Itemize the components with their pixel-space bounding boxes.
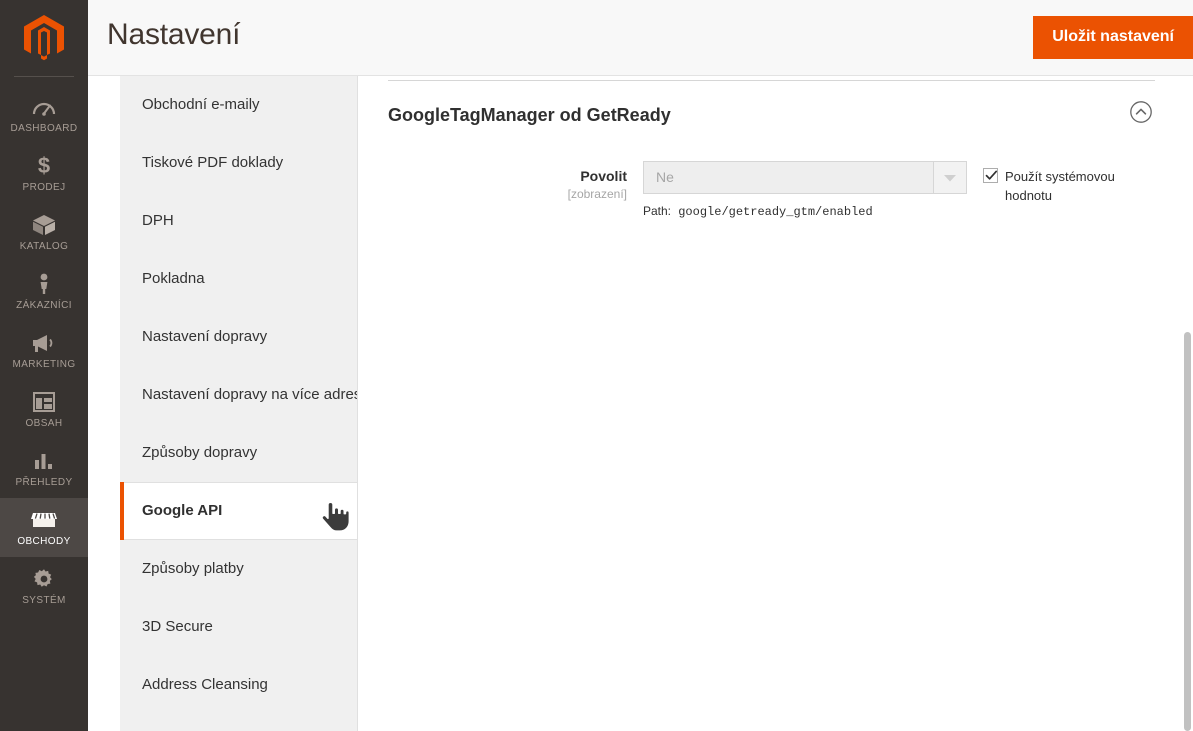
settings-nav-item-tiskove-pdf-doklady[interactable]: Tiskové PDF doklady xyxy=(120,134,357,192)
field-row-povolit: Povolit [zobrazení] Ne Path: google/getr… xyxy=(388,143,1155,220)
admin-sidebar: DASHBOARD $ PRODEJ KATALOG ZÁKAZNÍCI MAR… xyxy=(0,0,88,731)
settings-nav-item-address-cleansing[interactable]: Address Cleansing xyxy=(120,656,357,714)
settings-nav-item-label: Google API xyxy=(142,502,223,519)
chevron-up-circle-icon[interactable] xyxy=(1129,100,1153,124)
settings-nav-item-pokladna[interactable]: Pokladna xyxy=(120,250,357,308)
config-path-prefix: Path: xyxy=(643,204,672,218)
save-config-button[interactable]: Uložit nastavení xyxy=(1033,16,1193,59)
sidebar-item-system[interactable]: SYSTÉM xyxy=(0,557,88,616)
settings-nav-item-label: 3D Secure xyxy=(142,618,213,635)
magento-logo-link[interactable] xyxy=(0,0,88,76)
field-scope-text: [zobrazení] xyxy=(567,187,627,201)
section-header-googletagmanager[interactable]: GoogleTagManager od GetReady xyxy=(388,81,1155,143)
settings-nav-item-label: Obchodní e-maily xyxy=(142,96,260,113)
system-gear-icon xyxy=(2,567,86,591)
settings-nav-item-dph[interactable]: DPH xyxy=(120,192,357,250)
sidebar-item-label: KATALOG xyxy=(19,241,69,252)
settings-nav-item-label: DPH xyxy=(142,212,174,229)
sidebar-item-obsah[interactable]: OBSAH xyxy=(0,380,88,439)
sidebar-item-zakaznici[interactable]: ZÁKAZNÍCI xyxy=(0,262,88,321)
settings-nav-item-label: Způsoby platby xyxy=(142,560,244,577)
field-label-text: Povolit xyxy=(580,168,627,184)
use-system-value-checkbox[interactable]: Použít systémovou hodnotu xyxy=(983,167,1147,205)
config-content: GoogleTagManager od GetReady Povolit [zo… xyxy=(358,76,1193,731)
settings-nav-item-nastaveni-dopravy-vice-adres[interactable]: Nastavení dopravy na více adres xyxy=(120,366,357,424)
settings-nav-item-zpusoby-platby[interactable]: Způsoby platby xyxy=(120,540,357,598)
field-control-povolit: Ne Path: google/getready_gtm/enabled xyxy=(643,161,967,220)
sidebar-item-label: PRODEJ xyxy=(22,182,66,193)
sidebar-item-prehledy[interactable]: PŘEHLEDY xyxy=(0,439,88,498)
use-system-value-label: Použít systémovou hodnotu xyxy=(1005,169,1115,203)
sidebar-item-label: ZÁKAZNÍCI xyxy=(16,300,72,311)
settings-nav-item-label: Nastavení dopravy xyxy=(142,328,268,345)
settings-nav-list: Obchodní e-maily Tiskové PDF doklady DPH… xyxy=(120,76,357,714)
settings-nav-item-label: Způsoby dopravy xyxy=(142,444,258,461)
check-icon xyxy=(985,170,998,180)
content-scrollbar-thumb[interactable] xyxy=(1184,332,1191,731)
settings-nav-item-3d-secure[interactable]: 3D Secure xyxy=(120,598,357,656)
dashboard-icon xyxy=(2,95,86,119)
config-path-value: google/getready_gtm/enabled xyxy=(678,205,873,219)
admin-page: DASHBOARD $ PRODEJ KATALOG ZÁKAZNÍCI MAR… xyxy=(0,0,1193,731)
sidebar-item-label: OBCHODY xyxy=(17,536,71,547)
customers-person-icon xyxy=(2,272,86,296)
field-label-povolit: Povolit [zobrazení] xyxy=(388,161,643,202)
sidebar-item-marketing[interactable]: MARKETING xyxy=(0,321,88,380)
settings-nav: Obchodní e-maily Tiskové PDF doklady DPH… xyxy=(120,76,358,731)
marketing-megaphone-icon xyxy=(2,331,86,355)
sidebar-divider xyxy=(14,76,74,77)
catalog-box-icon xyxy=(2,213,86,237)
sidebar-item-label: OBSAH xyxy=(25,418,63,429)
settings-nav-item-label: Nastavení dopravy na více adres xyxy=(142,386,358,403)
sidebar-item-obchody[interactable]: OBCHODY xyxy=(0,498,88,557)
stores-shop-icon xyxy=(2,508,86,532)
settings-nav-item-label: Address Cleansing xyxy=(142,676,268,693)
page-header: Nastavení Uložit nastavení xyxy=(88,0,1193,76)
sidebar-item-label: PŘEHLEDY xyxy=(15,477,73,488)
sidebar-item-label: MARKETING xyxy=(12,359,76,370)
enabled-select[interactable]: Ne xyxy=(643,161,967,194)
reports-bars-icon xyxy=(2,449,86,473)
chevron-down-icon[interactable] xyxy=(933,162,966,193)
sidebar-item-prodej[interactable]: $ PRODEJ xyxy=(0,144,88,203)
settings-nav-item-nastaveni-dopravy[interactable]: Nastavení dopravy xyxy=(120,308,357,366)
config-path-note: Path: google/getready_gtm/enabled xyxy=(643,203,967,220)
sidebar-item-dashboard[interactable]: DASHBOARD xyxy=(0,85,88,144)
settings-nav-item-zpusoby-dopravy[interactable]: Způsoby dopravy xyxy=(120,424,357,482)
content-scrollbar[interactable] xyxy=(1178,76,1193,731)
magento-logo xyxy=(22,14,66,62)
page-title: Nastavení xyxy=(107,18,241,51)
sidebar-item-label: DASHBOARD xyxy=(10,123,78,134)
sidebar-item-katalog[interactable]: KATALOG xyxy=(0,203,88,262)
svg-text:$: $ xyxy=(38,154,50,178)
checkbox-box xyxy=(983,168,998,183)
sales-dollar-icon: $ xyxy=(2,154,86,178)
settings-nav-item-google-api[interactable]: Google API xyxy=(120,482,357,540)
settings-nav-item-label: Tiskové PDF doklady xyxy=(142,154,284,171)
settings-nav-item-label: Pokladna xyxy=(142,270,205,287)
sidebar-item-label: SYSTÉM xyxy=(22,595,66,606)
sidebar-nav-list: DASHBOARD $ PRODEJ KATALOG ZÁKAZNÍCI MAR… xyxy=(0,85,88,616)
content-layout-icon xyxy=(2,390,86,414)
settings-nav-item-obchodni-emaily[interactable]: Obchodní e-maily xyxy=(120,76,357,134)
section-title: GoogleTagManager od GetReady xyxy=(388,105,671,125)
enabled-select-value: Ne xyxy=(656,169,674,185)
field-extra-povolit: Použít systémovou hodnotu xyxy=(967,161,1147,205)
